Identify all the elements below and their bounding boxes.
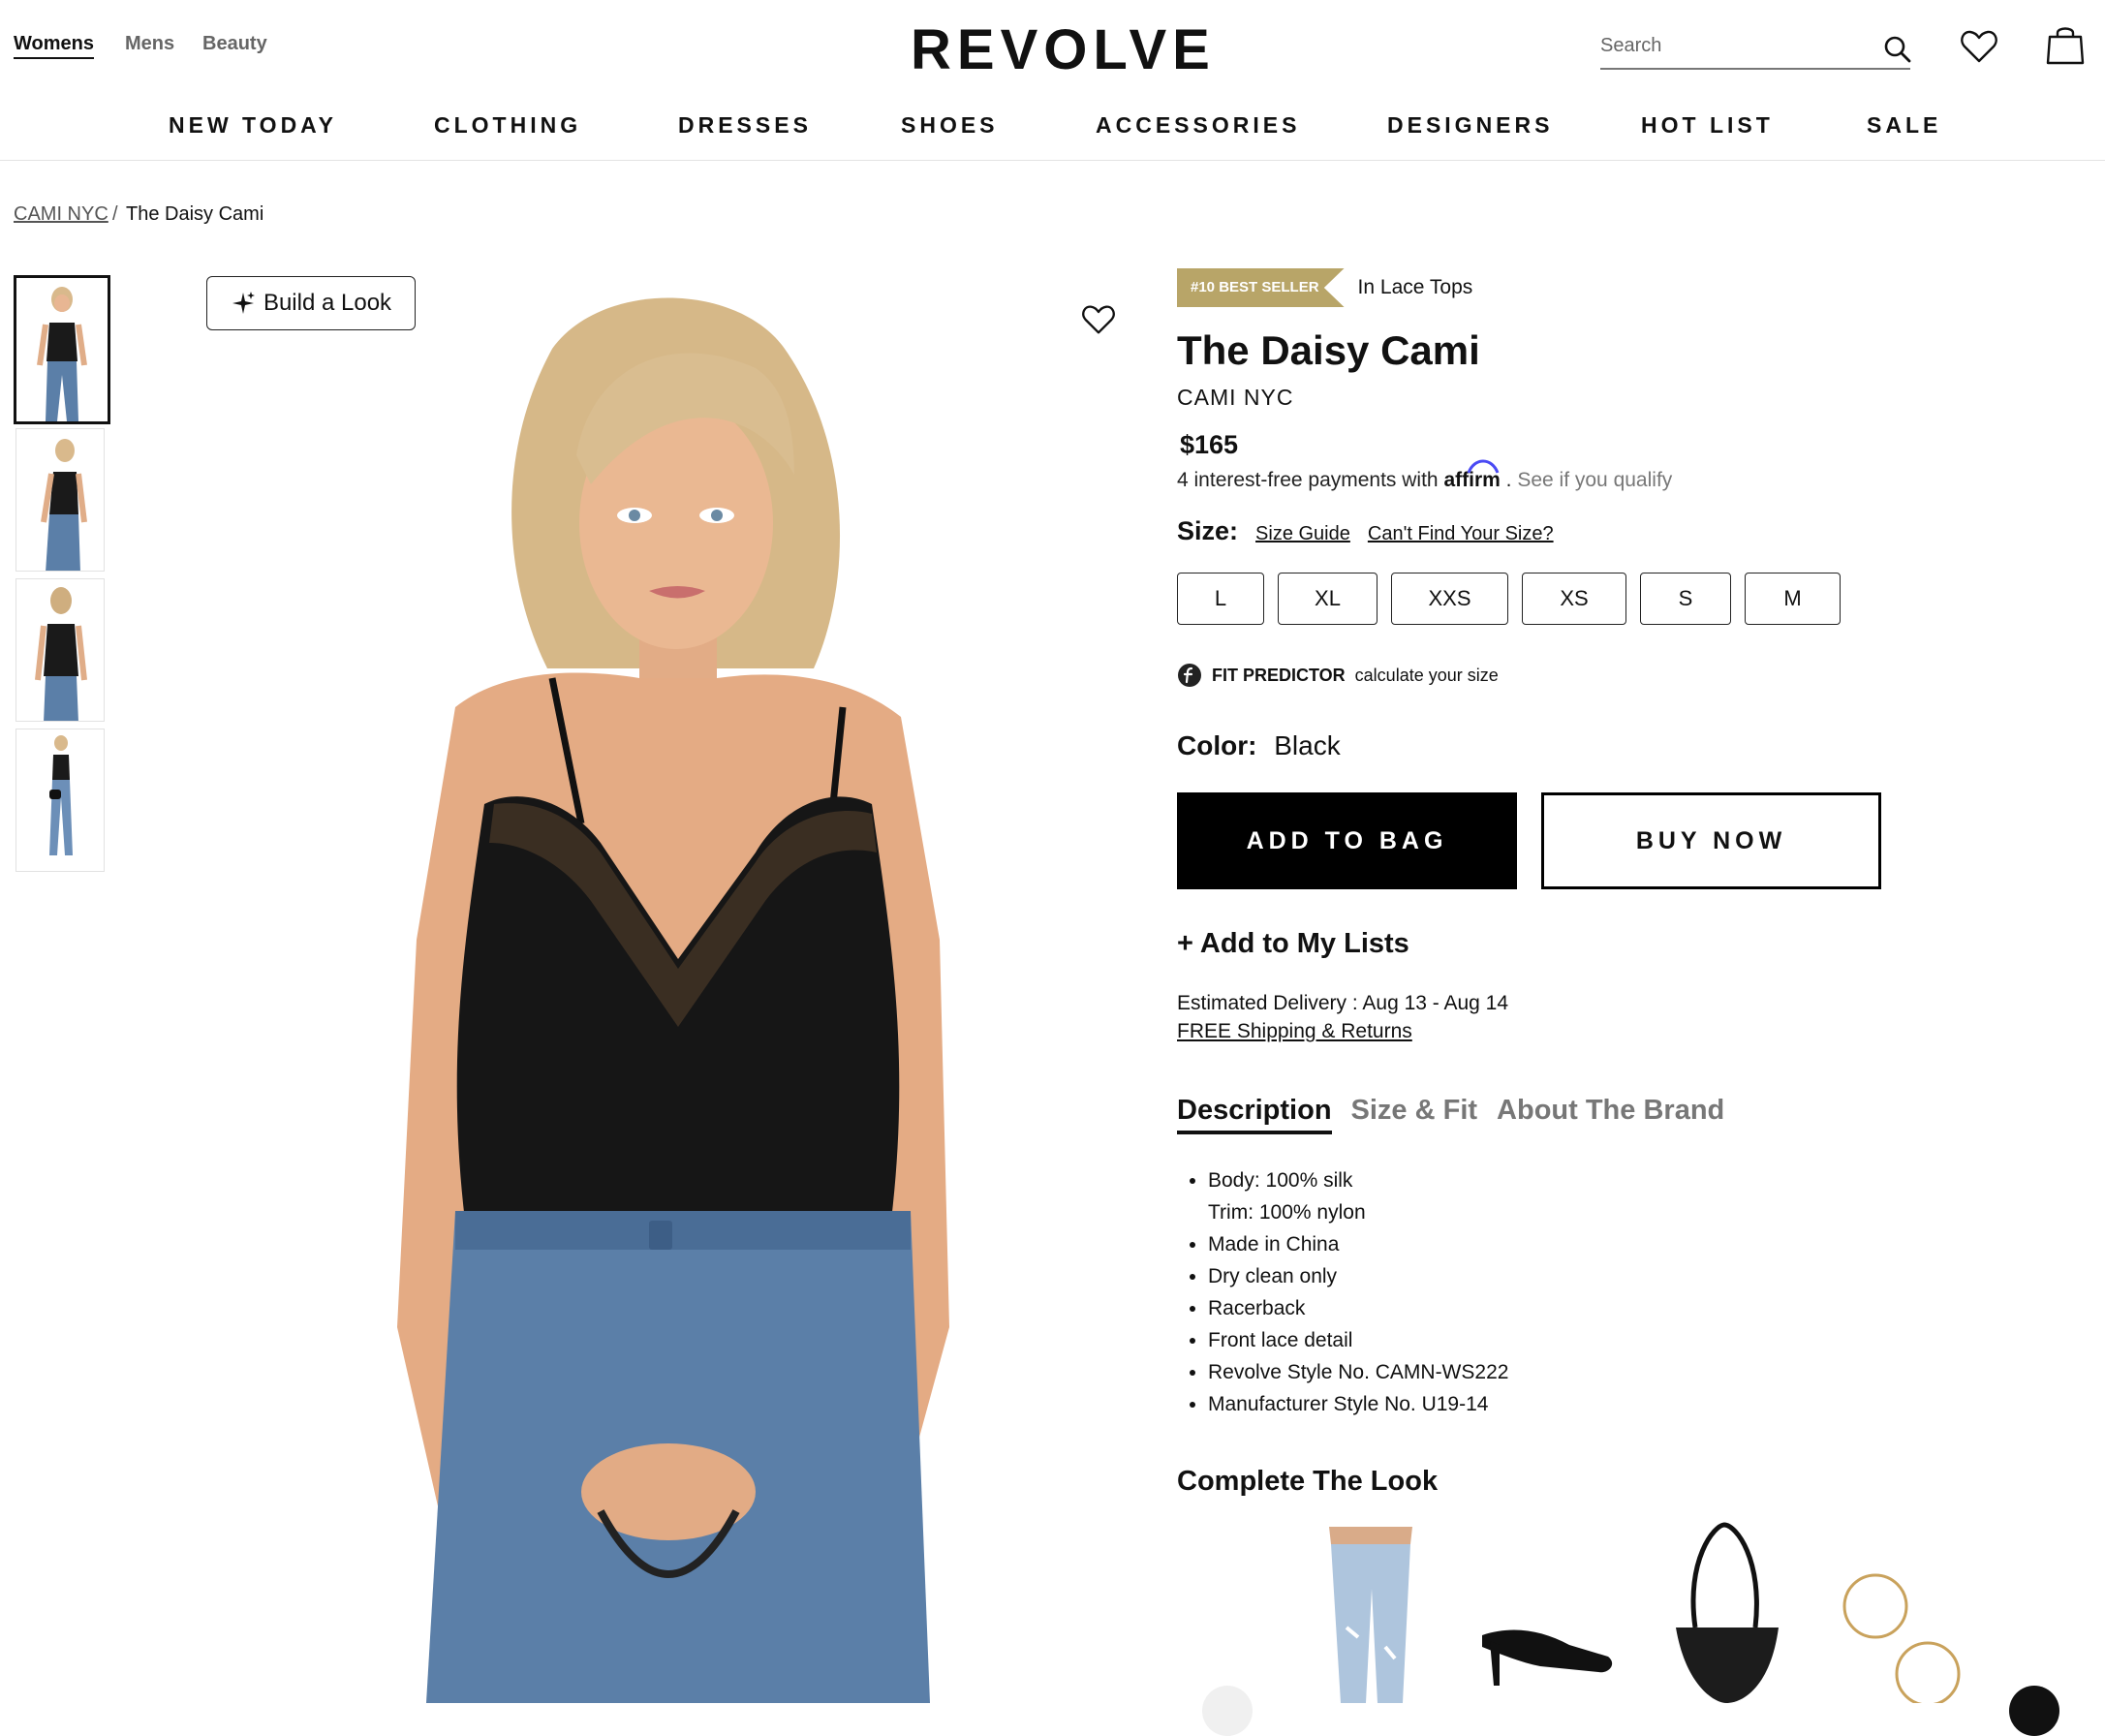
best-seller-category[interactable]: In Lace Tops: [1358, 276, 1473, 299]
main-product-image[interactable]: [349, 262, 988, 1703]
search-box: [1600, 29, 1912, 70]
list-item: Made in China: [1208, 1228, 1508, 1260]
thumbnail-model-image: [35, 587, 87, 721]
breadcrumb-separator: /: [112, 203, 118, 225]
tab-about-brand[interactable]: About The Brand: [1497, 1095, 1724, 1134]
list-item: Front lace detail: [1208, 1324, 1508, 1356]
size-option-m[interactable]: M: [1745, 573, 1841, 625]
fit-predictor-icon: [1178, 664, 1201, 687]
color-row: Color: Black: [1177, 730, 1341, 761]
size-header: Size: Size Guide Can't Find Your Size?: [1177, 516, 1554, 546]
best-seller-flag: #10 BEST SELLER: [1177, 268, 1345, 307]
description-list: Body: 100% silkTrim: 100% nylon Made in …: [1177, 1164, 1508, 1420]
buy-now-button[interactable]: BUY NOW: [1541, 792, 1881, 889]
size-option-xxs[interactable]: XXS: [1391, 573, 1508, 625]
product-brand[interactable]: CAMI NYC: [1177, 385, 1293, 411]
free-shipping-link[interactable]: FREE Shipping & Returns: [1177, 1020, 1412, 1043]
thumbnail-3[interactable]: [15, 578, 105, 722]
wishlist-heart-icon[interactable]: [1082, 304, 1115, 335]
add-to-lists-button[interactable]: + Add to My Lists: [1177, 928, 1409, 960]
color-label: Color:: [1177, 730, 1257, 760]
look-item-heeled-mule[interactable]: [1472, 1521, 1637, 1703]
cant-find-size-link[interactable]: Can't Find Your Size?: [1368, 523, 1554, 545]
nav-accessories[interactable]: ACCESSORIES: [1096, 112, 1300, 139]
list-item: Body: 100% silkTrim: 100% nylon: [1208, 1164, 1508, 1228]
fit-predictor[interactable]: FIT PREDICTOR calculate your size: [1177, 663, 1499, 688]
carousel-next-button[interactable]: [2009, 1686, 2059, 1736]
build-a-look-button[interactable]: Build a Look: [206, 276, 416, 330]
nav-clothing[interactable]: CLOTHING: [434, 112, 581, 139]
size-option-l[interactable]: L: [1177, 573, 1264, 625]
nav-dresses[interactable]: DRESSES: [678, 112, 812, 139]
list-item: Manufacturer Style No. U19-14: [1208, 1388, 1508, 1420]
fit-predictor-sub: calculate your size: [1354, 665, 1499, 685]
thumbnail-model-image: [37, 287, 87, 421]
size-option-xl[interactable]: XL: [1278, 573, 1378, 625]
size-selector: L XL XXS XS S M: [1177, 573, 1841, 625]
shopping-bag-icon[interactable]: [2044, 23, 2087, 66]
carousel-prev-button[interactable]: [1202, 1686, 1253, 1736]
revolve-logo[interactable]: REVOLVE: [911, 17, 1216, 82]
tab-size-fit[interactable]: Size & Fit: [1351, 1095, 1478, 1134]
affirm-prefix: 4 interest-free payments with: [1177, 469, 1439, 491]
look-item-hoop-earrings[interactable]: [1827, 1521, 1992, 1703]
complete-the-look-heading: Complete The Look: [1177, 1466, 1439, 1497]
product-tabs: Description Size & Fit About The Brand: [1177, 1095, 1724, 1134]
size-guide-link[interactable]: Size Guide: [1255, 523, 1350, 545]
nav-shoes[interactable]: SHOES: [901, 112, 999, 139]
thumbnail-2[interactable]: [15, 428, 105, 572]
breadcrumb-current: The Daisy Cami: [126, 203, 264, 225]
dept-mens[interactable]: Mens: [125, 33, 174, 55]
thumbnail-model-image: [41, 439, 87, 571]
jeans-image: [1329, 1527, 1412, 1703]
nav-designers[interactable]: DESIGNERS: [1387, 112, 1553, 139]
product-price: $165: [1180, 430, 1239, 459]
heart-icon[interactable]: [1961, 29, 1997, 64]
best-seller-badge: #10 BEST SELLER In Lace Tops: [1177, 268, 1472, 307]
affirm-qualify-link[interactable]: See if you qualify: [1517, 469, 1672, 491]
product-title: The Daisy Cami: [1177, 327, 1480, 373]
list-item: Racerback: [1208, 1292, 1508, 1324]
affirm-arc-icon: [1468, 459, 1500, 474]
estimated-delivery: Estimated Delivery : Aug 13 - Aug 14: [1177, 992, 1509, 1014]
color-value: Black: [1274, 730, 1341, 760]
add-to-bag-button[interactable]: ADD TO BAG: [1177, 792, 1517, 889]
size-label: Size:: [1177, 516, 1239, 545]
build-a-look-label: Build a Look: [263, 290, 392, 316]
affirm-financing: 4 interest-free payments with affirm . S…: [1177, 459, 1672, 492]
shoulder-bag-image: [1676, 1522, 1779, 1703]
nav-sale[interactable]: SALE: [1867, 112, 1941, 139]
thumbnail-1[interactable]: [14, 275, 110, 424]
heeled-mule-image: [1482, 1629, 1613, 1686]
model-photo: [397, 297, 949, 1703]
list-item: Revolve Style No. CAMN-WS222: [1208, 1356, 1508, 1388]
dept-beauty[interactable]: Beauty: [202, 33, 267, 55]
thumbnail-model-image: [49, 735, 73, 855]
size-option-s[interactable]: S: [1640, 573, 1731, 625]
nav-divider: [0, 160, 2105, 161]
sparkle-icon: [232, 292, 255, 314]
search-icon[interactable]: [1883, 35, 1912, 64]
breadcrumb-brand-link[interactable]: CAMI NYC: [14, 203, 108, 226]
look-item-shoulder-bag[interactable]: [1647, 1521, 1811, 1703]
nav-hot-list[interactable]: HOT LIST: [1641, 112, 1774, 139]
affirm-logo: affirm: [1443, 459, 1505, 491]
tab-description[interactable]: Description: [1177, 1095, 1332, 1134]
thumbnail-4[interactable]: [15, 728, 105, 872]
dept-womens[interactable]: Womens: [14, 33, 94, 55]
hoop-earrings-image: [1842, 1573, 1961, 1703]
size-option-xs[interactable]: XS: [1522, 573, 1626, 625]
fit-predictor-label: FIT PREDICTOR: [1212, 665, 1346, 685]
search-input[interactable]: [1600, 29, 1852, 57]
look-item-jeans[interactable]: [1288, 1521, 1453, 1703]
list-item: Dry clean only: [1208, 1260, 1508, 1292]
nav-new-today[interactable]: NEW TODAY: [169, 112, 337, 139]
